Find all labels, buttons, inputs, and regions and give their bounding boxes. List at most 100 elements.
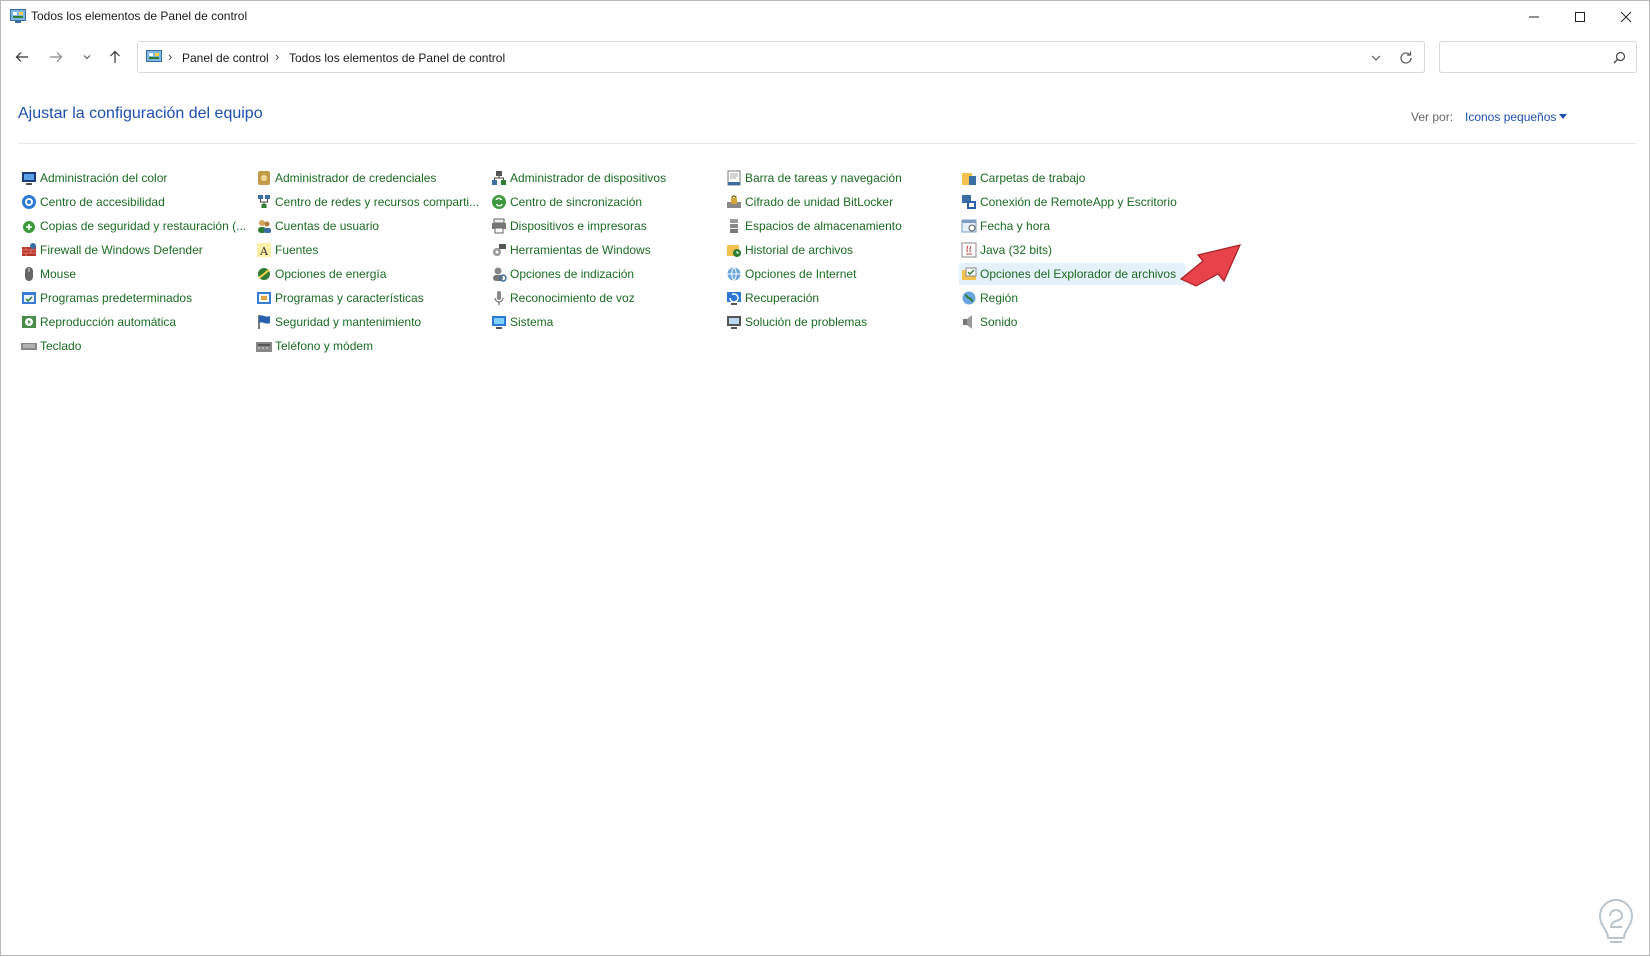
control-panel-item[interactable]: Centro de accesibilidad (19, 191, 165, 213)
control-panel-item[interactable]: Conexión de RemoteApp y Escritorio (959, 191, 1177, 213)
recent-locations-button[interactable] (75, 45, 99, 69)
control-panel-item[interactable]: Espacios de almacenamiento (724, 215, 902, 237)
control-panel-item[interactable]: Dispositivos e impresoras (489, 215, 647, 237)
search-input[interactable] (1446, 46, 1610, 70)
control-panel-item[interactable]: Java (32 bits) (959, 239, 1052, 261)
control-panel-item-label: Opciones de indización (510, 267, 635, 281)
control-panel-item[interactable]: Copias de seguridad y restauración (... (19, 215, 246, 237)
control-panel-item-label: Centro de accesibilidad (40, 195, 165, 209)
forward-button[interactable] (44, 45, 68, 69)
control-panel-item[interactable]: Administración del color (19, 167, 167, 189)
up-button[interactable] (103, 45, 127, 69)
speaker-icon (963, 315, 972, 329)
control-panel-item[interactable]: Región (959, 287, 1018, 309)
control-panel-item[interactable]: Carpetas de trabajo (959, 167, 1085, 189)
address-bar[interactable]: › Panel de control › Todos los elementos… (137, 41, 1425, 73)
control-panel-item[interactable]: Firewall de Windows Defender (19, 239, 203, 261)
user-accounts-icon (258, 220, 271, 233)
control-panel-item[interactable]: Administrador de credenciales (254, 167, 436, 189)
control-panel-item[interactable]: Centro de sincronización (489, 191, 642, 213)
control-panel-item[interactable]: Reconocimiento de voz (489, 287, 635, 309)
firewall-icon (22, 243, 36, 256)
control-panel-item[interactable]: Seguridad y mantenimiento (254, 311, 421, 333)
autoplay-icon (22, 316, 36, 328)
control-panel-item-label: Cuentas de usuario (275, 219, 380, 233)
back-button[interactable] (10, 45, 34, 69)
tools-icon (493, 244, 506, 256)
control-panel-item[interactable]: Teclado (19, 335, 81, 357)
control-panel-item[interactable]: Barra de tareas y navegación (724, 167, 902, 189)
control-panel-item[interactable]: Opciones del Explorador de archivos (959, 263, 1185, 285)
control-panel-item[interactable]: Opciones de energía (254, 263, 386, 285)
watermark-logo-icon (1598, 898, 1634, 943)
control-panel-item-label: Teléfono y módem (275, 339, 374, 353)
control-panel-item[interactable]: Herramientas de Windows (489, 239, 651, 261)
page-title: Ajustar la configuración del equipo (18, 105, 263, 122)
fonts-icon: A (257, 243, 271, 258)
control-panel-item[interactable]: Historial de archivos (724, 239, 853, 261)
control-panel-item[interactable]: Opciones de indización (489, 263, 634, 285)
breadcrumb-separator[interactable]: › (168, 49, 172, 64)
control-panel-item-label: Administración del color (40, 171, 168, 185)
minimize-button[interactable] (1511, 1, 1557, 33)
control-panel-item[interactable]: Sistema (489, 311, 553, 333)
control-panel-item[interactable]: Teléfono y módem (254, 335, 373, 357)
control-panel-icon (146, 50, 162, 62)
control-panel-item[interactable]: Reproducción automática (19, 311, 176, 333)
breadcrumb-panel-de-control[interactable]: Panel de control (182, 51, 269, 65)
control-panel-item[interactable]: Cifrado de unidad BitLocker (724, 191, 893, 213)
close-icon (1620, 11, 1632, 23)
control-panel-item[interactable]: Programas predeterminados (19, 287, 192, 309)
control-panel-icon (10, 9, 26, 23)
refresh-icon[interactable] (1398, 50, 1414, 66)
control-panel-item-label: Copias de seguridad y restauración (... (40, 219, 247, 233)
java-icon (961, 242, 977, 258)
credentials-icon (258, 171, 270, 185)
control-panel-item[interactable]: Solución de problemas (724, 311, 867, 333)
control-panel-item-label: Opciones del Explorador de archivos (980, 267, 1177, 281)
maximize-button[interactable] (1557, 1, 1603, 33)
breadcrumb-todos-los-elementos[interactable]: Todos los elementos de Panel de control (289, 51, 505, 65)
search-icon[interactable] (1613, 51, 1626, 64)
control-panel-item-label: Dispositivos e impresoras (510, 219, 647, 233)
caret-down-icon[interactable] (1559, 114, 1567, 120)
control-panel-window: Todos los elementos de Panel de control (0, 0, 1650, 956)
phone-modem-icon (256, 342, 272, 352)
control-panel-item-label: Mouse (40, 267, 77, 281)
accessibility-icon (22, 195, 36, 209)
control-panel-item[interactable]: Centro de redes y recursos comparti... (254, 191, 479, 213)
control-panel-item[interactable]: Sonido (959, 311, 1017, 333)
navigation-bar: › Panel de control › Todos los elementos… (1, 39, 1649, 75)
microphone-icon (494, 291, 504, 305)
chevron-down-icon (83, 55, 91, 60)
storage-icon (730, 219, 738, 233)
backup-icon (23, 221, 35, 233)
control-panel-item-label: Recuperación (745, 291, 820, 305)
chevron-down-icon[interactable] (1368, 50, 1384, 66)
control-panel-item[interactable]: Programas y características (254, 287, 424, 309)
breadcrumb-separator[interactable]: › (275, 49, 279, 64)
region-icon (962, 291, 976, 305)
control-panel-item-label: Programas predeterminados (40, 291, 193, 305)
arrow-left-icon (15, 52, 28, 62)
search-box[interactable] (1439, 41, 1637, 73)
control-panel-item[interactable]: A Fuentes (254, 239, 318, 261)
control-panel-item[interactable]: Fecha y hora (959, 215, 1050, 237)
control-panel-item-label: Opciones de energía (275, 267, 387, 281)
control-panel-item-label: Firewall de Windows Defender (40, 243, 203, 257)
date-time-icon (961, 219, 977, 233)
file-history-icon (727, 245, 741, 257)
control-panel-item[interactable]: Recuperación (724, 287, 819, 309)
remoteapp-icon (962, 195, 976, 209)
control-panel-item[interactable]: Cuentas de usuario (254, 215, 379, 237)
control-panel-item[interactable]: Administrador de dispositivos (489, 167, 666, 189)
arrow-up-icon (110, 50, 120, 63)
close-button[interactable] (1603, 1, 1649, 33)
system-icon (492, 316, 506, 329)
view-by-dropdown[interactable]: Iconos pequeños (1465, 110, 1556, 124)
control-panel-item[interactable]: Mouse (19, 263, 76, 285)
control-panel-item-label: Programas y características (275, 291, 424, 305)
mouse-icon (25, 267, 33, 281)
control-panel-item[interactable]: Opciones de Internet (724, 263, 856, 285)
device-manager-icon (492, 171, 506, 185)
